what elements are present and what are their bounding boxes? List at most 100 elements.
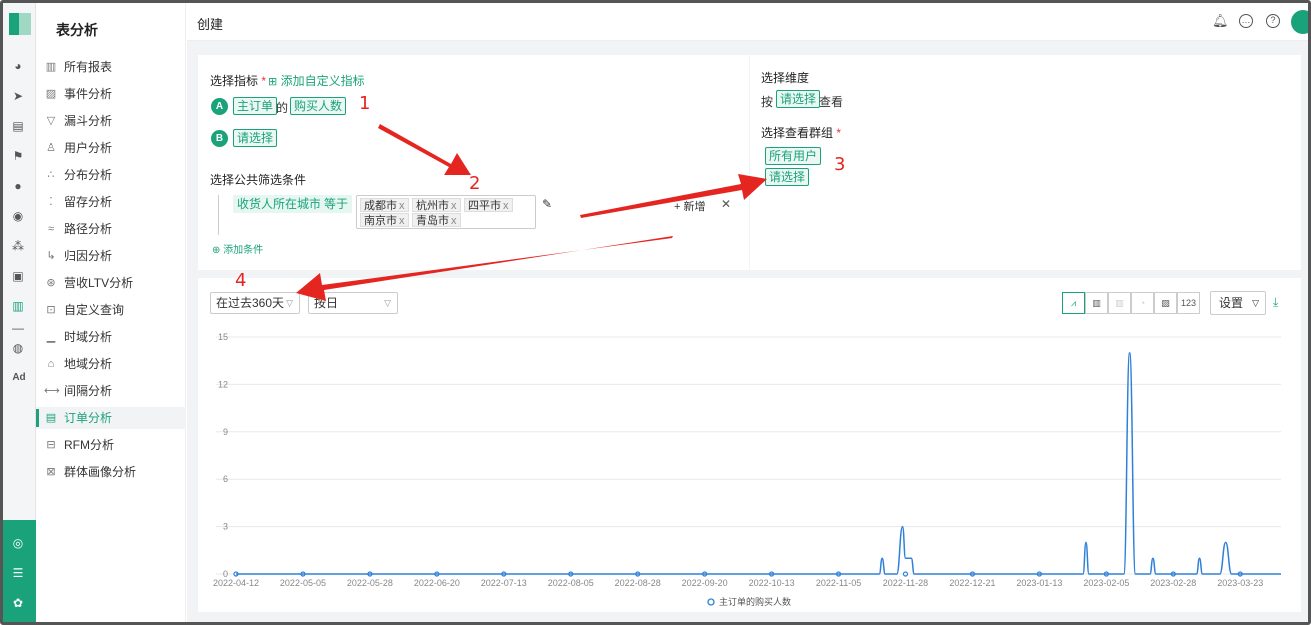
flag-icon[interactable]: ⚑ — [11, 149, 25, 163]
time-icon: ▁ — [46, 331, 56, 343]
send-icon[interactable]: ➤ — [11, 89, 25, 103]
person-icon[interactable]: ● — [11, 179, 25, 193]
distribution-icon: ∴ — [47, 169, 55, 181]
x-tick-label: 2022-05-05 — [280, 578, 326, 588]
gear-icon[interactable]: ✿ — [11, 596, 25, 610]
sidebar-item-time[interactable]: ▁ 时域分析 — [36, 326, 186, 348]
close-icon[interactable]: x — [451, 200, 457, 212]
close-icon[interactable]: x — [503, 200, 509, 212]
group-all-users-tag[interactable]: 所有用户 — [765, 147, 822, 165]
required-mark: * — [261, 74, 267, 88]
sidebar-item-retention[interactable]: ⁚ 留存分析 — [36, 191, 186, 213]
y-tick-label: 9 — [223, 427, 228, 437]
filter-label: 选择公共筛选条件 — [210, 173, 307, 187]
filter-field-select[interactable]: 收货人所在城市 — [233, 195, 326, 213]
grid-icon: ⊞ — [268, 76, 278, 88]
sidebar-item-path[interactable]: ≈ 路径分析 — [36, 218, 186, 240]
portrait-icon: ⊠ — [46, 466, 56, 478]
sidebar-item-distribution[interactable]: ∴ 分布分析 — [36, 164, 186, 186]
bell-icon[interactable]: 🔔︎ — [1212, 14, 1229, 28]
sidebar-item-label: 间隔分析 — [64, 384, 113, 398]
page-title: 创建 — [197, 17, 224, 32]
sidebar-item-label: 地域分析 — [64, 357, 113, 371]
y-tick-label: 3 — [223, 522, 228, 532]
sidebar-item-revenue-ltv[interactable]: ⊛ 营收LTV分析 — [36, 272, 186, 294]
sidebar-item-label: 订单分析 — [64, 411, 113, 425]
app-window: ◕ ➤ ▤ ⚑ ● ◉ ⁂ ▣ ▥ — ◍ Ad ◎ ☰ ✿ 表分析 ▥ 所有报表… — [0, 0, 1311, 625]
x-tick-label: 2022-12-21 — [949, 578, 995, 588]
sidebar-item-funnel[interactable]: ▽ 漏斗分析 — [36, 110, 186, 132]
ad-icon[interactable]: Ad — [10, 371, 28, 385]
sidebar-item-label: 归因分析 — [64, 249, 113, 263]
sidebar-item-all-reports[interactable]: ▥ 所有报表 — [36, 56, 186, 78]
sidebar-item-label: 时域分析 — [64, 330, 113, 344]
database-icon[interactable]: ☰ — [11, 566, 25, 580]
bar-chart-icon: ▥ — [45, 61, 57, 73]
layout-icon[interactable]: ▤ — [11, 119, 25, 133]
help-icon[interactable]: ? — [1266, 14, 1280, 28]
x-tick-label: 2022-11-05 — [816, 578, 861, 588]
close-icon[interactable]: x — [399, 200, 405, 212]
topbar: 创建 🔔︎ … ? — [187, 3, 1308, 41]
remove-filter-icon[interactable]: ✕ — [721, 197, 731, 211]
close-icon[interactable]: x — [399, 215, 405, 227]
add-condition-button[interactable]: ⊕ 添加条件 — [212, 241, 263, 256]
dimension-select[interactable]: 请选择 — [776, 90, 821, 108]
divider-icon: — — [12, 321, 24, 335]
path-icon: ≈ — [47, 223, 55, 235]
city-tag[interactable]: 杭州市 x — [412, 198, 461, 212]
sidebar-item-interval[interactable]: ⟷ 间隔分析 — [36, 380, 186, 402]
x-tick-label: 2023-02-05 — [1083, 578, 1129, 588]
group-select[interactable]: 请选择 — [765, 168, 810, 186]
x-tick-label: 2023-03-23 — [1217, 578, 1263, 588]
people-icon[interactable]: ◉ — [11, 209, 25, 223]
sidebar-item-label: 营收LTV分析 — [64, 276, 134, 290]
y-tick-label: 15 — [218, 332, 228, 342]
dimension-prefix: 按 — [761, 95, 774, 109]
chat-icon[interactable]: ◍ — [11, 341, 25, 355]
dashboard-icon[interactable]: ◕ — [11, 59, 25, 73]
settings-cog-icon[interactable]: ◎ — [11, 536, 25, 550]
add-custom-metric-label: 添加自定义指标 — [280, 74, 365, 88]
group-icon[interactable]: ⁂ — [11, 239, 25, 253]
bookmark-icon[interactable]: ▣ — [11, 269, 25, 283]
avatar[interactable] — [1291, 10, 1308, 34]
metric-a-source-select[interactable]: 主订单 — [233, 97, 278, 115]
sidebar-item-portrait[interactable]: ⊠ 群体画像分析 — [36, 461, 186, 483]
city-tag[interactable]: 四平市 x — [464, 198, 513, 212]
icon-rail: ◕ ➤ ▤ ⚑ ● ◉ ⁂ ▣ ▥ — ◍ Ad ◎ ☰ ✿ — [3, 3, 36, 622]
group-label: 选择查看群组 * — [761, 124, 841, 141]
city-tag[interactable]: 成都市 x — [360, 198, 409, 212]
analytics-icon[interactable]: ▥ — [11, 299, 25, 313]
chat-bubble-icon[interactable]: … — [1239, 14, 1253, 28]
sidebar-item-custom-query[interactable]: ⊡ 自定义查询 — [36, 299, 186, 321]
sidebar-item-label: 分布分析 — [64, 168, 113, 182]
logo-icon — [9, 13, 31, 35]
add-new-filter-button[interactable]: + 新增 — [674, 198, 706, 214]
sidebar-item-event[interactable]: ▨ 事件分析 — [36, 83, 186, 105]
sidebar-item-label: 事件分析 — [64, 87, 113, 101]
sidebar-item-label: 留存分析 — [64, 195, 113, 209]
filter-operator-select[interactable]: 等于 — [320, 195, 353, 213]
edit-pencil-icon[interactable]: ✎ — [542, 197, 552, 211]
city-tag[interactable]: 青岛市 x — [412, 213, 461, 227]
add-condition-label: 添加条件 — [223, 245, 264, 256]
x-tick-label: 2023-01-13 — [1016, 578, 1062, 588]
metric-b-select[interactable]: 请选择 — [233, 129, 278, 147]
add-custom-metric-button[interactable]: ⊞ 添加自定义指标 — [268, 72, 365, 89]
annotation-4: 4 — [235, 270, 247, 291]
sidebar-item-region[interactable]: ⌂ 地域分析 — [36, 353, 186, 375]
sidebar-item-order[interactable]: ▤ 订单分析 — [36, 407, 186, 429]
x-tick-label: 2022-08-28 — [615, 578, 661, 588]
sidebar-item-attribution[interactable]: ↳ 归因分析 — [36, 245, 186, 267]
metric-a-metric-select[interactable]: 购买人数 — [290, 97, 347, 115]
sidebar-item-rfm[interactable]: ⊟ RFM分析 — [36, 434, 186, 456]
sidebar-item-user[interactable]: ♙ 用户分析 — [36, 137, 186, 159]
city-tag[interactable]: 南京市 x — [360, 213, 409, 227]
metric-b-badge: B — [211, 130, 228, 147]
close-icon[interactable]: x — [451, 215, 457, 227]
x-tick-label: 2022-04-12 — [213, 578, 259, 588]
city-tag-label: 四平市 — [468, 200, 501, 212]
x-tick-label: 2023-02-28 — [1150, 578, 1196, 588]
plus-icon: + — [674, 201, 681, 213]
